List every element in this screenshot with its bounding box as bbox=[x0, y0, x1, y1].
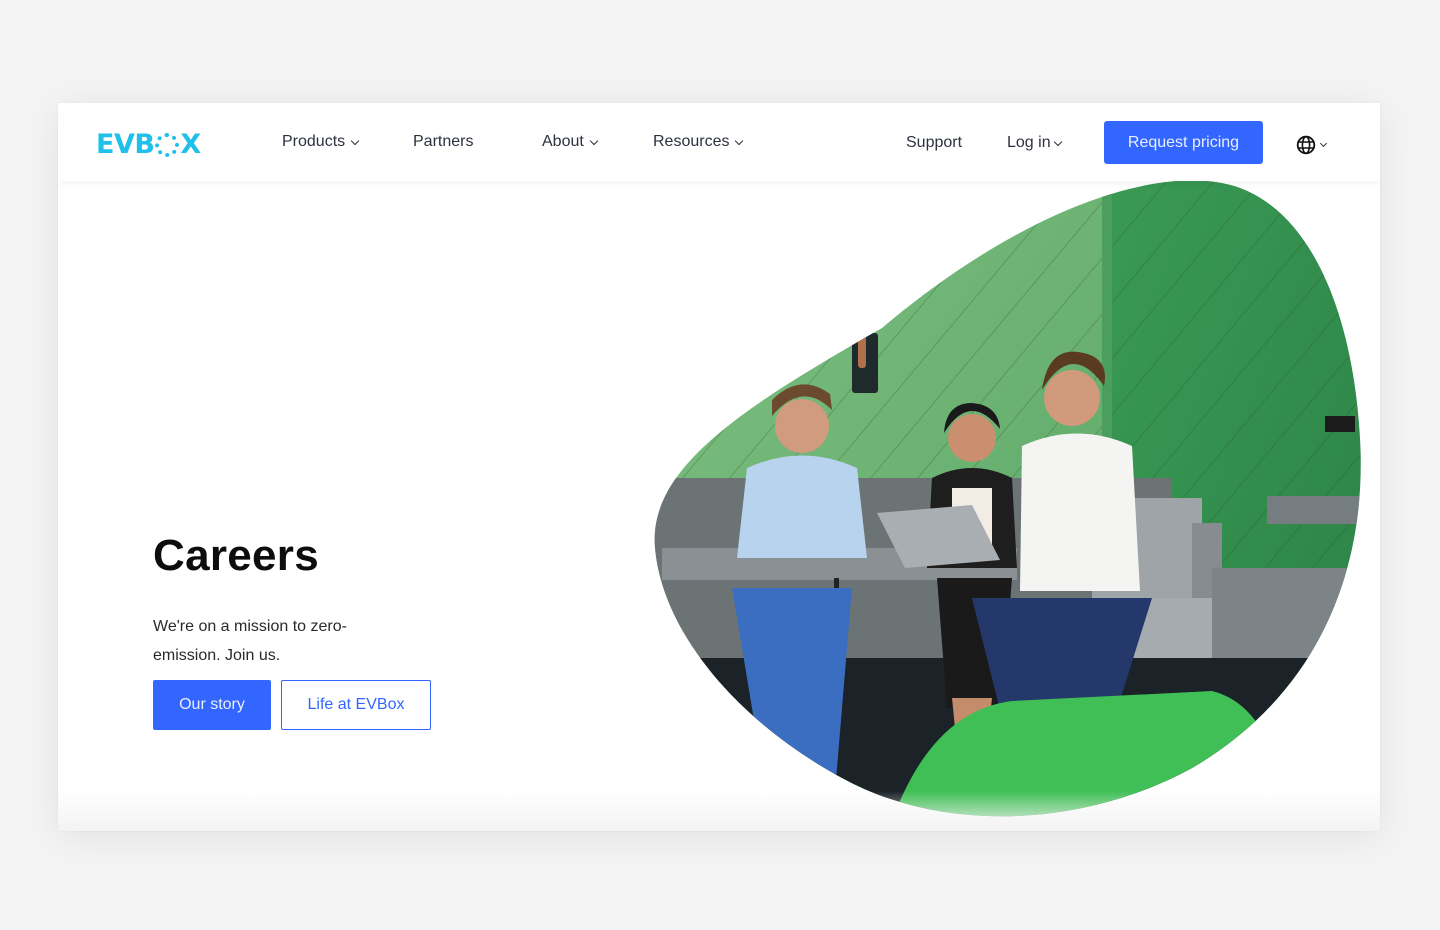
browser-page: EVB X Products Partners About Resources S… bbox=[58, 103, 1380, 831]
nav-item-label: About bbox=[542, 133, 584, 150]
support-label: Support bbox=[906, 134, 963, 151]
chevron-down-icon bbox=[1053, 137, 1062, 146]
hero-photo bbox=[654, 180, 1361, 817]
life-at-evbox-button[interactable]: Life at EVBox bbox=[281, 680, 431, 730]
chevron-down-icon bbox=[1319, 139, 1328, 148]
nav-login-dropdown[interactable]: Log in bbox=[1007, 134, 1062, 152]
logo-ring-icon bbox=[155, 132, 180, 157]
request-pricing-button[interactable]: Request pricing bbox=[1104, 121, 1263, 164]
nav-item-label: Resources bbox=[653, 133, 730, 150]
globe-icon bbox=[1296, 135, 1316, 155]
top-navigation: EVB X Products Partners About Resources S… bbox=[58, 103, 1380, 181]
nav-item-about[interactable]: About bbox=[542, 133, 599, 151]
logo-text-left: EVB bbox=[96, 129, 155, 160]
nav-support-link[interactable]: Support bbox=[906, 134, 962, 152]
our-story-button[interactable]: Our story bbox=[153, 680, 271, 730]
language-selector[interactable] bbox=[1296, 135, 1328, 155]
hero-subtitle: We're on a mission to zero-emission. Joi… bbox=[153, 618, 347, 664]
nav-item-label: Partners bbox=[413, 133, 474, 150]
nav-item-partners[interactable]: Partners bbox=[413, 133, 473, 151]
chevron-down-icon bbox=[350, 136, 360, 145]
login-label: Log in bbox=[1007, 134, 1051, 151]
nav-item-label: Products bbox=[282, 133, 346, 150]
logo-text-right: X bbox=[180, 129, 201, 160]
nav-item-resources[interactable]: Resources bbox=[653, 133, 744, 151]
chevron-down-icon bbox=[735, 136, 744, 145]
chevron-down-icon bbox=[589, 136, 599, 145]
evbox-logo[interactable]: EVB X bbox=[96, 129, 201, 160]
nav-item-products[interactable]: Products bbox=[282, 133, 360, 151]
page-title: Careers bbox=[153, 531, 320, 580]
